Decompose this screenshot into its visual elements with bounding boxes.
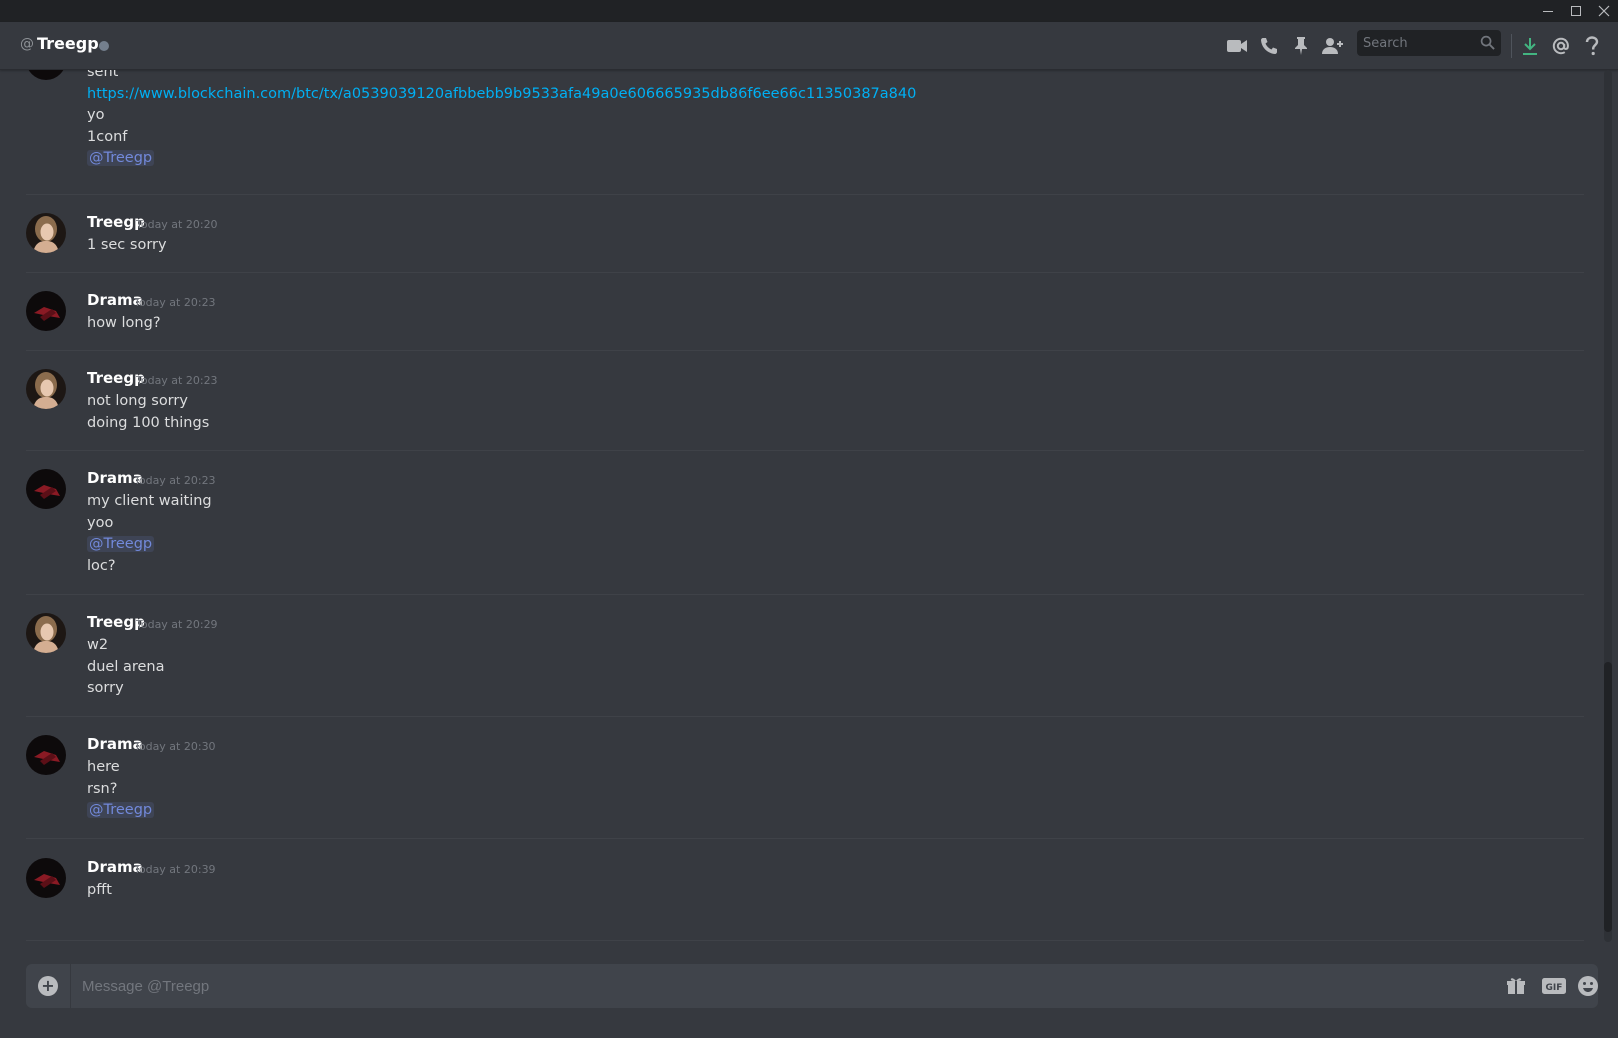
- avatar[interactable]: [26, 369, 66, 409]
- gift-icon[interactable]: [1504, 974, 1528, 998]
- add-friend-icon[interactable]: [1321, 34, 1345, 58]
- message-composer: + GIF: [26, 964, 1598, 1008]
- status-indicator: [99, 41, 109, 51]
- channel-name: Treegp: [37, 34, 99, 53]
- message-list: sent https://www.blockchain.com/btc/tx/a…: [0, 70, 1600, 942]
- message-text: not long sorry: [87, 393, 188, 409]
- message-divider: [26, 272, 1584, 273]
- scrollbar-thumb[interactable]: [1604, 662, 1612, 932]
- message-divider: [26, 594, 1584, 595]
- add-attachment-icon[interactable]: +: [38, 976, 58, 996]
- gif-icon[interactable]: GIF: [1540, 974, 1568, 998]
- message-link[interactable]: https://www.blockchain.com/btc/tx/a05390…: [87, 84, 916, 104]
- message-text: w2: [87, 637, 109, 653]
- message-text: yo: [87, 107, 105, 123]
- message-timestamp: Today at 20:29: [136, 618, 218, 631]
- message-input[interactable]: [82, 976, 1462, 996]
- message-timestamp: Today at 20:39: [134, 863, 216, 876]
- message-text: how long?: [87, 315, 161, 331]
- voice-call-icon[interactable]: [1257, 34, 1281, 58]
- message-timestamp: Today at 20:23: [134, 474, 216, 487]
- message-text: my client waiting: [87, 493, 212, 509]
- pin-icon[interactable]: [1289, 34, 1313, 58]
- video-call-icon[interactable]: [1225, 34, 1249, 58]
- composer-divider: [70, 964, 71, 1008]
- message-timestamp: Today at 20:23: [136, 374, 218, 387]
- message-timestamp: Today at 20:20: [136, 218, 218, 231]
- avatar[interactable]: [26, 213, 66, 253]
- header-divider: [1511, 34, 1512, 58]
- message-timestamp: Today at 20:30: [134, 740, 216, 753]
- emoji-icon[interactable]: [1576, 974, 1600, 998]
- message-mention-line: @Treegp: [87, 800, 155, 820]
- user-mention[interactable]: @Treegp: [87, 536, 155, 552]
- user-mention[interactable]: @Treegp: [87, 802, 155, 818]
- avatar[interactable]: [26, 735, 66, 775]
- search-icon[interactable]: [1480, 35, 1495, 54]
- minimize-icon[interactable]: [1534, 0, 1562, 22]
- svg-text:GIF: GIF: [1546, 983, 1563, 993]
- message-timestamp: Today at 20:23: [134, 296, 216, 309]
- message-text: sorry: [87, 680, 124, 696]
- avatar[interactable]: [26, 469, 66, 509]
- message-text: duel arena: [87, 659, 165, 675]
- search-box[interactable]: [1357, 30, 1501, 56]
- scrollbar[interactable]: [1604, 70, 1612, 942]
- avatar[interactable]: [26, 70, 66, 80]
- message-divider: [26, 716, 1584, 717]
- message-divider: [26, 350, 1584, 351]
- download-icon[interactable]: [1518, 34, 1542, 58]
- message-text: 1conf: [87, 129, 128, 145]
- message-mention-line: @Treegp: [87, 148, 155, 168]
- channel-header: @ Treegp: [0, 22, 1618, 70]
- dm-at-icon: @: [20, 36, 34, 52]
- message-divider: [26, 194, 1584, 195]
- search-input[interactable]: [1363, 34, 1471, 52]
- message-text: pfft: [87, 882, 112, 898]
- message-text: here: [87, 759, 120, 775]
- avatar[interactable]: [26, 613, 66, 653]
- user-mention[interactable]: @Treegp: [87, 150, 155, 166]
- message-text: loc?: [87, 558, 116, 574]
- maximize-icon[interactable]: [1562, 0, 1590, 22]
- window-titlebar: [0, 0, 1618, 22]
- close-icon[interactable]: [1590, 0, 1618, 22]
- message-mention-line: @Treegp: [87, 534, 155, 554]
- avatar[interactable]: [26, 858, 66, 898]
- message-divider: [26, 940, 1584, 941]
- message-text: sent: [87, 70, 119, 80]
- message-text: 1 sec sorry: [87, 237, 167, 253]
- help-icon[interactable]: [1580, 34, 1604, 58]
- avatar[interactable]: [26, 291, 66, 331]
- message-text: yoo: [87, 515, 114, 531]
- message-divider: [26, 838, 1584, 839]
- message-text: doing 100 things: [87, 415, 210, 431]
- message-text: rsn?: [87, 781, 118, 797]
- message-divider: [26, 450, 1584, 451]
- mentions-icon[interactable]: [1549, 34, 1573, 58]
